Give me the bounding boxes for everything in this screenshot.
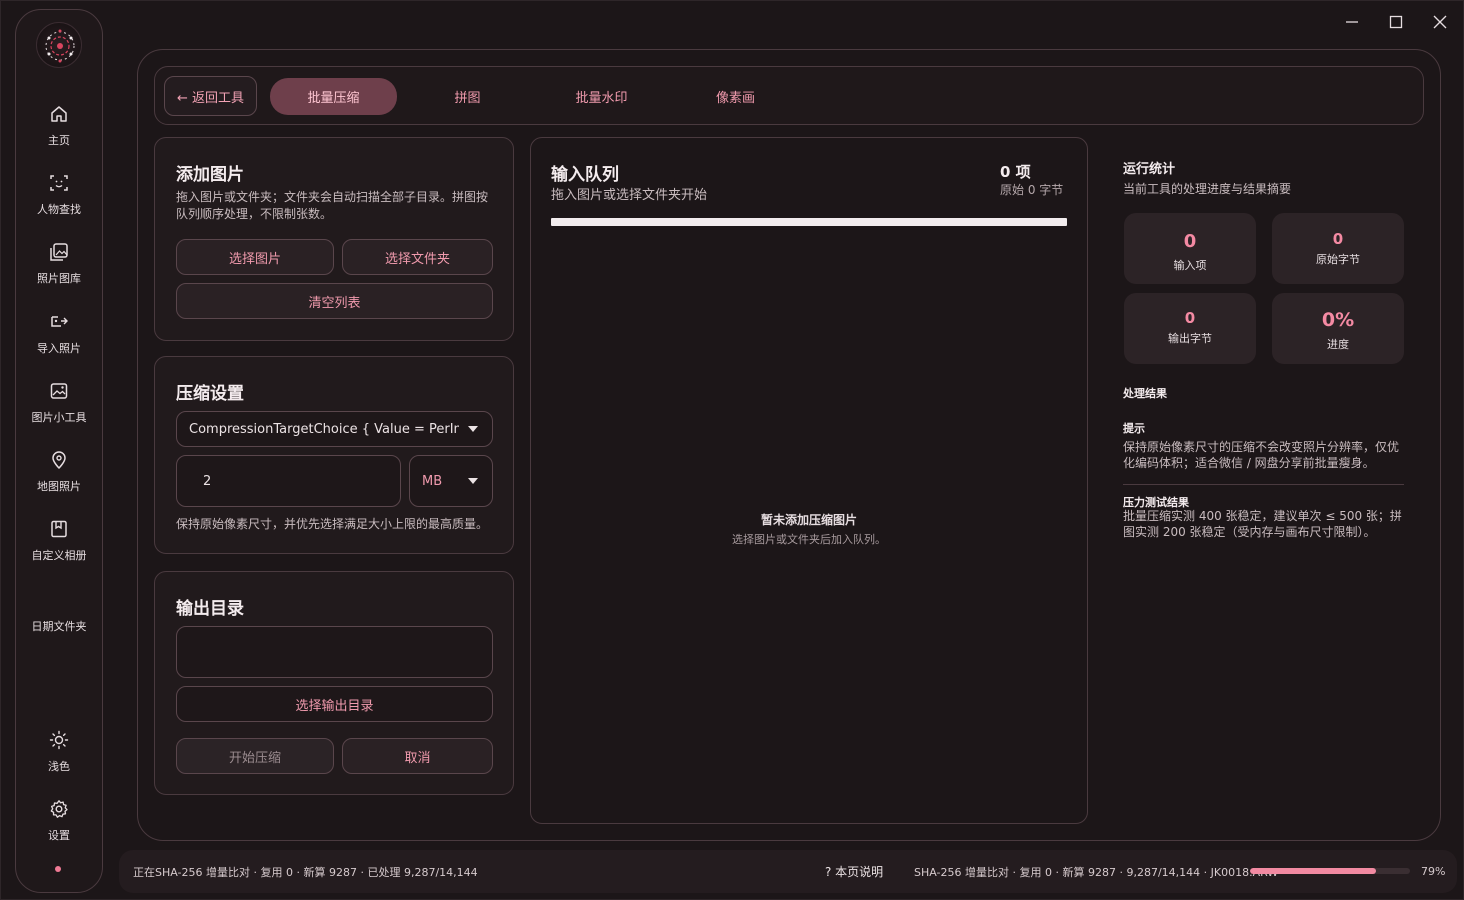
tab-batch-watermark[interactable]: 批量水印 [548,78,655,115]
queue-count: 0 项 [1000,163,1031,181]
sidebar-item-date-folder[interactable]: 日期文件夹 [16,595,102,634]
app-window: 主页 人物查找 照片图库 导入照片 图片小工具 地图照片 自定义相册 日期文件夹… [0,0,1464,900]
tip-title: 提示 [1123,422,1145,435]
album-icon [16,517,102,541]
back-to-tools-button[interactable]: ← 返回工具 [164,76,257,116]
sidebar-item-label: 自定义相册 [31,549,87,562]
home-icon [16,102,102,126]
size-unit-select[interactable]: MB [409,455,493,507]
sidebar-item-label: 图片小工具 [31,411,87,424]
sidebar-item-label: 日期文件夹 [31,620,87,633]
sun-icon [16,728,102,752]
chevron-down-icon [468,426,478,432]
map-pin-icon [16,448,102,472]
select-images-button[interactable]: 选择图片 [176,239,334,275]
input-queue-panel [530,137,1088,824]
sidebar-item-people[interactable]: 人物查找 [16,171,102,217]
start-compress-button[interactable]: 开始压缩 [176,738,334,774]
status-progress-bar [1250,868,1410,874]
stat-value: 0 [1183,231,1197,252]
run-stats-subtitle: 当前工具的处理进度与结果摘要 [1123,182,1292,196]
sidebar-item-import[interactable]: 导入照片 [16,310,102,356]
gear-icon [16,797,102,821]
stat-label: 原始字节 [1316,253,1360,266]
sidebar-item-home[interactable]: 主页 [16,102,102,148]
sidebar-item-gallery[interactable]: 照片图库 [16,240,102,286]
sidebar-item-label: 照片图库 [37,272,81,285]
output-directory-title: 输出目录 [176,599,244,619]
import-icon [16,310,102,334]
tip-text: 保持原始像素尺寸的压缩不会改变照片分辨率，仅优化编码体积；适合微信 / 网盘分享… [1123,440,1400,470]
stat-value: 0 [1332,230,1344,248]
compression-target-select[interactable]: CompressionTargetChoice { Value = PerIma… [176,411,493,447]
add-images-description: 拖入图片或文件夹；文件夹会自动扫描全部子目录。拼图按队列顺序处理，不限制张数。 [176,190,489,221]
sidebar-item-label: 导入照片 [37,342,81,355]
output-path-field[interactable] [176,626,493,678]
tab-pixel-art[interactable]: 像素画 [682,78,789,115]
stat-label: 进度 [1327,338,1349,351]
sidebar-item-album[interactable]: 自定义相册 [16,517,102,563]
sidebar-item-label: 主页 [48,134,70,147]
sidebar-item-map[interactable]: 地图照片 [16,448,102,494]
minimize-icon[interactable] [1343,13,1361,31]
tab-collage[interactable]: 拼图 [414,78,521,115]
status-progress-fill [1250,868,1377,874]
sidebar-item-label: 设置 [48,829,70,842]
add-images-title: 添加图片 [176,165,244,185]
queue-progress-bar [551,218,1067,226]
chevron-down-icon [468,478,478,484]
sidebar: 主页 人物查找 照片图库 导入照片 图片小工具 地图照片 自定义相册 日期文件夹… [15,9,103,893]
compression-note: 保持原始像素尺寸，并优先选择满足大小上限的最高质量。 [176,517,489,531]
select-folder-button[interactable]: 选择文件夹 [342,239,493,275]
sidebar-item-image-tools[interactable]: 图片小工具 [16,379,102,425]
size-limit-input[interactable]: 2 [176,455,401,507]
sidebar-item-theme[interactable]: 浅色 [16,728,102,774]
compression-target-value: CompressionTargetChoice { Value = PerIma… [189,421,459,437]
stat-card-original-bytes: 0 原始字节 [1272,213,1404,284]
input-queue-subtitle: 拖入图片或选择文件夹开始 [551,188,708,203]
stat-value: 0 [1184,309,1196,327]
app-logo[interactable] [36,22,82,68]
status-right-text: SHA-256 增量比对 · 复用 0 · 新算 9287 · 9,287/14… [914,866,1279,879]
status-left-text: 正在SHA-256 增量比对 · 复用 0 · 新算 9287 · 已处理 9,… [133,866,478,879]
queue-bytes: 原始 0 字节 [1000,183,1064,197]
cancel-button[interactable]: 取消 [342,738,493,774]
maximize-icon[interactable] [1387,13,1405,31]
run-stats-title: 运行统计 [1123,162,1176,177]
input-queue-title: 输入队列 [551,165,619,185]
window-controls [1343,13,1449,31]
results-title: 处理结果 [1123,387,1167,400]
select-output-dir-button[interactable]: 选择输出目录 [176,686,493,722]
stat-card-progress: 0% 进度 [1272,293,1404,364]
empty-queue-title: 暂未添加压缩图片 [760,513,857,527]
status-progress-percent: 79% [1421,865,1446,878]
empty-queue-subtitle: 选择图片或文件夹后加入队列。 [732,533,886,546]
stat-label: 输入项 [1173,259,1207,272]
status-dot [55,866,61,872]
stat-card-output-bytes: 0 输出字节 [1124,293,1256,364]
stat-card-input-items: 0 输入项 [1124,213,1256,284]
page-help-link[interactable]: ? 本页说明 [825,863,883,880]
sidebar-item-label: 浅色 [48,760,70,773]
sidebar-item-settings[interactable]: 设置 [16,797,102,843]
image-tools-icon [16,379,102,403]
divider [1123,484,1404,485]
size-unit-value: MB [422,473,443,489]
gallery-icon [16,240,102,264]
compression-settings-title: 压缩设置 [176,384,244,404]
stat-label: 输出字节 [1168,332,1212,345]
sidebar-item-label: 人物查找 [37,203,81,216]
stat-value: 0% [1321,309,1355,331]
sidebar-item-label: 地图照片 [37,480,81,493]
face-scan-icon [16,171,102,195]
close-icon[interactable] [1431,13,1449,31]
stress-test-text: 批量压缩实测 400 张稳定，建议单次 ≤ 500 张；拼图实测 200 张稳定… [1123,509,1402,539]
tab-batch-compress[interactable]: 批量压缩 [270,78,397,115]
clear-list-button[interactable]: 清空列表 [176,283,493,319]
